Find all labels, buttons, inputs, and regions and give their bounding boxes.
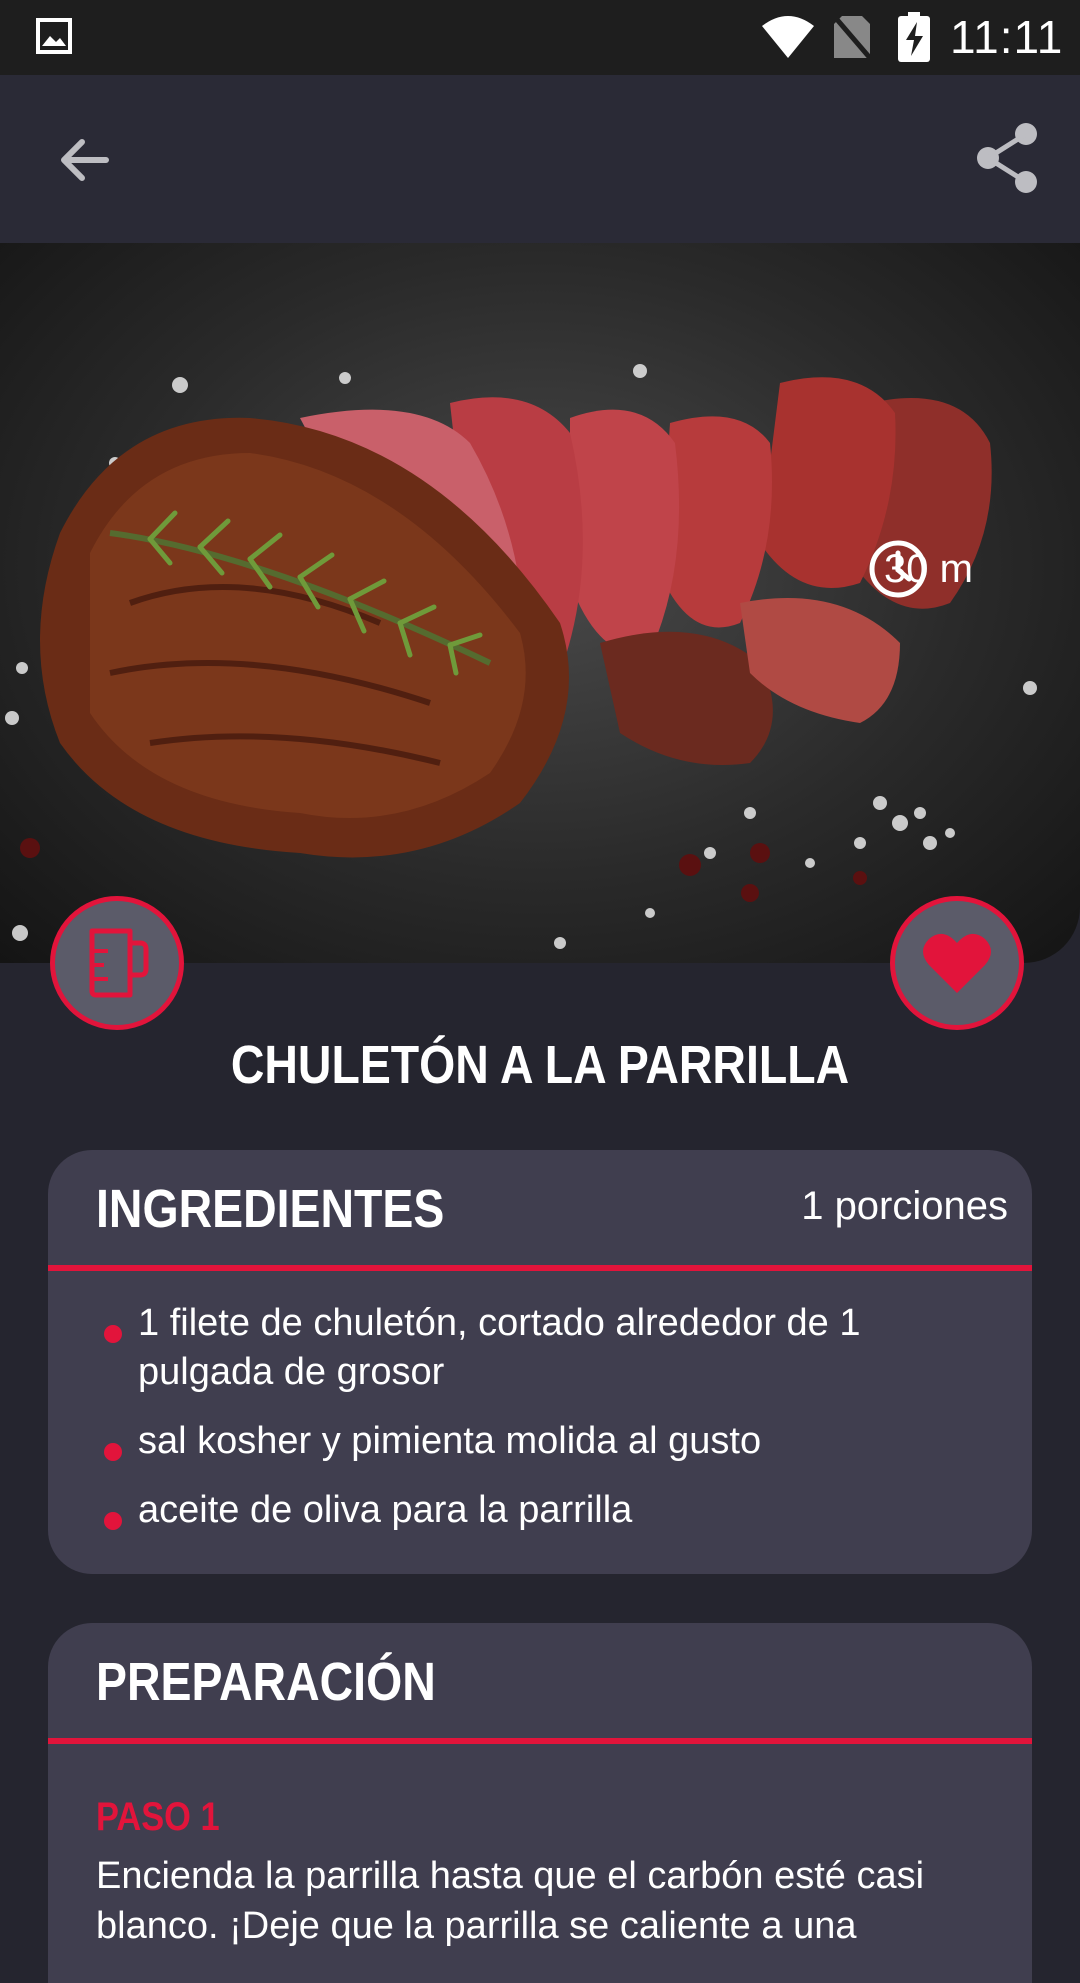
ingredients-card: INGREDIENTES 1 porciones 1 filete de chu… (48, 1150, 1032, 1574)
ingredient-text: sal kosher y pimienta molida al gusto (138, 1420, 762, 1462)
measuring-cup-button[interactable] (50, 896, 184, 1030)
app-toolbar (0, 75, 1080, 243)
preparation-card: PREPARACIÓN PASO 1 Encienda la parrilla … (48, 1623, 1032, 1983)
wifi-icon (762, 16, 814, 58)
recipe-title: CHULETÓN A LA PARRILLA (230, 1035, 850, 1095)
ingredient-text: 1 filete de chuletón, cortado alrededor … (138, 1302, 861, 1393)
portions-label[interactable]: 1 porciones (801, 1184, 1008, 1229)
measuring-cup-icon (89, 928, 149, 998)
no-sim-icon (832, 14, 872, 60)
step-label: PASO 1 (96, 1795, 220, 1839)
share-icon[interactable] (974, 122, 1040, 194)
clock-icon (869, 540, 927, 598)
bullet-icon (104, 1325, 122, 1343)
bullet-icon (104, 1443, 122, 1461)
list-item: 1 filete de chuletón, cortado alrededor … (48, 1299, 1032, 1397)
bullet-icon (104, 1512, 122, 1530)
ingredients-heading: INGREDIENTES (96, 1179, 445, 1239)
arrow-back-icon[interactable] (52, 128, 116, 192)
preparation-header: PREPARACIÓN (48, 1623, 1032, 1744)
ingredient-list: 1 filete de chuletón, cortado alrededor … (48, 1271, 1032, 1535)
favorite-button[interactable] (890, 896, 1024, 1030)
cook-time-badge: 30 m (868, 539, 973, 599)
heart-icon (923, 933, 991, 993)
list-item: aceite de oliva para la parrilla (48, 1486, 1032, 1535)
gallery-icon (36, 18, 72, 54)
list-item: sal kosher y pimienta molida al gusto (48, 1417, 1032, 1466)
ingredients-header: INGREDIENTES 1 porciones (48, 1150, 1032, 1271)
status-time: 11:11 (950, 11, 1064, 63)
status-bar: 11:11 (0, 0, 1080, 75)
step-text: Encienda la parrilla hasta que el carbón… (96, 1855, 925, 1947)
recipe-hero-image: 30 m (0, 243, 1080, 963)
preparation-heading: PREPARACIÓN (96, 1652, 436, 1712)
ingredient-text: aceite de oliva para la parrilla (138, 1489, 633, 1531)
battery-charging-icon (898, 12, 930, 62)
